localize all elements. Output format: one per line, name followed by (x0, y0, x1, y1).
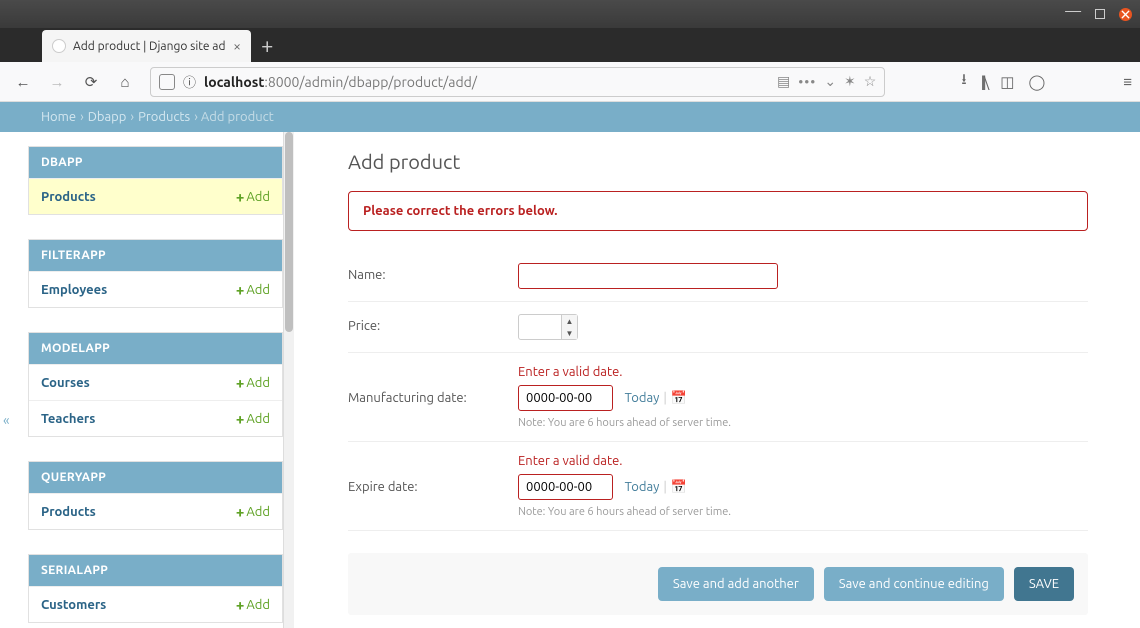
plus-icon: + (236, 188, 244, 205)
sidebar-item-teachers[interactable]: Teachers +Add (29, 400, 282, 436)
download-icon[interactable]: ⭳ (961, 69, 966, 94)
page-title: Add product (348, 150, 1088, 173)
new-tab-button[interactable]: + (261, 33, 273, 58)
tab-title: Add product | Django site ad (73, 40, 226, 53)
add-link[interactable]: +Add (236, 503, 270, 520)
admin-sidebar: DBAPP Products +Add FILTERAPP Employees … (0, 132, 283, 628)
forward-button: → (42, 67, 72, 97)
sidebar-collapse-icon[interactable]: « (3, 412, 10, 428)
main-content: Add product Please correct the errors be… (294, 132, 1140, 628)
sidebar-scrollbar[interactable] (283, 132, 294, 628)
plus-icon: + (236, 410, 244, 427)
mfg-today-link[interactable]: Today (625, 391, 660, 405)
spin-down-icon: ▼ (562, 327, 577, 339)
more-icon[interactable]: ••• (798, 74, 816, 90)
tab-close-icon[interactable]: × (233, 38, 241, 54)
breadcrumb-app[interactable]: Dbapp (88, 110, 127, 124)
back-button[interactable]: ← (8, 67, 38, 97)
breadcrumb-sep: › (194, 110, 198, 124)
reload-button[interactable]: ⟳ (76, 67, 106, 97)
sidebar-item-customers[interactable]: Customers +Add (29, 586, 282, 622)
breadcrumb-home[interactable]: Home (41, 110, 76, 124)
window-close-icon[interactable] (1119, 8, 1132, 21)
add-link[interactable]: +Add (236, 374, 270, 391)
plus-icon: + (236, 503, 244, 520)
menu-icon[interactable]: ≡ (1123, 73, 1132, 91)
label-price: Price: (348, 314, 518, 333)
add-link[interactable]: +Add (236, 281, 270, 298)
sidebar-item-products-q[interactable]: Products +Add (29, 493, 282, 529)
plus-icon: + (236, 596, 244, 613)
spin-up-icon: ▲ (562, 315, 577, 327)
name-input[interactable] (518, 263, 778, 289)
toolbar-right: ⭳ |||\ ◫ ◯ ≡ (961, 69, 1132, 94)
breadcrumb-model[interactable]: Products (138, 110, 190, 124)
add-link[interactable]: +Add (236, 410, 270, 427)
price-spinner[interactable]: ▲▼ (561, 315, 577, 339)
url-text: localhost:8000/admin/dbapp/product/add/ (204, 74, 769, 90)
save-button[interactable]: SAVE (1014, 567, 1074, 601)
mfg-date-input[interactable] (518, 385, 613, 411)
bug-icon[interactable]: ✶ (844, 73, 856, 90)
exp-help-text: Note: You are 6 hours ahead of server ti… (518, 506, 1088, 518)
tab-favicon-icon (52, 39, 66, 53)
library-icon[interactable]: |||\ (981, 73, 987, 90)
pocket-icon[interactable]: ⌄ (824, 73, 836, 90)
scrollbar-thumb[interactable] (285, 132, 293, 332)
breadcrumb-sep: › (130, 110, 134, 124)
account-icon[interactable]: ◯ (1028, 73, 1045, 91)
error-banner: Please correct the errors below. (348, 191, 1088, 231)
add-link[interactable]: +Add (236, 188, 270, 205)
add-link[interactable]: +Add (236, 596, 270, 613)
bookmark-icon[interactable]: ☆ (864, 73, 877, 90)
submit-row: Save and add another Save and continue e… (348, 553, 1088, 615)
sidebar-item-courses[interactable]: Courses +Add (29, 364, 282, 400)
lock-icon: ⓘ (183, 72, 196, 91)
calendar-icon[interactable]: 📅 (671, 391, 687, 406)
home-button[interactable]: ⌂ (110, 67, 140, 97)
window-maximize-icon[interactable] (1095, 9, 1105, 19)
save-add-another-button[interactable]: Save and add another (658, 567, 814, 601)
sidebar-section-serialapp[interactable]: SERIALAPP (29, 555, 282, 586)
error-exp-date: Enter a valid date. (518, 454, 1088, 468)
save-continue-button[interactable]: Save and continue editing (824, 567, 1004, 601)
tab-bar: Add product | Django site ad × + (0, 28, 1140, 62)
window-titlebar: — (0, 0, 1140, 28)
mfg-help-text: Note: You are 6 hours ahead of server ti… (518, 417, 1088, 429)
sidebar-section-dbapp[interactable]: DBAPP (29, 147, 282, 178)
sidebar-section-filterapp[interactable]: FILTERAPP (29, 240, 282, 271)
tracking-shield-icon[interactable] (159, 74, 175, 90)
sidebar-item-employees[interactable]: Employees +Add (29, 271, 282, 307)
browser-toolbar: ← → ⟳ ⌂ ⓘ localhost:8000/admin/dbapp/pro… (0, 62, 1140, 102)
label-name: Name: (348, 263, 518, 282)
sidebar-toggle-icon[interactable]: ◫ (1000, 73, 1014, 91)
exp-today-link[interactable]: Today (625, 480, 660, 494)
browser-tab[interactable]: Add product | Django site ad × (42, 30, 251, 62)
error-mfg-date: Enter a valid date. (518, 365, 1088, 379)
plus-icon: + (236, 281, 244, 298)
label-exp-date: Expire date: (348, 454, 518, 494)
sidebar-section-queryapp[interactable]: QUERYAPP (29, 462, 282, 493)
breadcrumb: Home › Dbapp › Products › Add product (0, 102, 1140, 132)
plus-icon: + (236, 374, 244, 391)
window-minimize-icon[interactable]: — (1065, 2, 1081, 20)
url-bar[interactable]: ⓘ localhost:8000/admin/dbapp/product/add… (150, 67, 885, 97)
exp-date-input[interactable] (518, 474, 613, 500)
reader-icon[interactable]: ▤ (777, 73, 790, 90)
sidebar-section-modelapp[interactable]: MODELAPP (29, 333, 282, 364)
sidebar-item-products[interactable]: Products +Add (29, 178, 282, 214)
label-mfg-date: Manufacturing date: (348, 365, 518, 405)
calendar-icon[interactable]: 📅 (671, 480, 687, 495)
breadcrumb-sep: › (80, 110, 84, 124)
breadcrumb-current: Add product (201, 110, 274, 124)
